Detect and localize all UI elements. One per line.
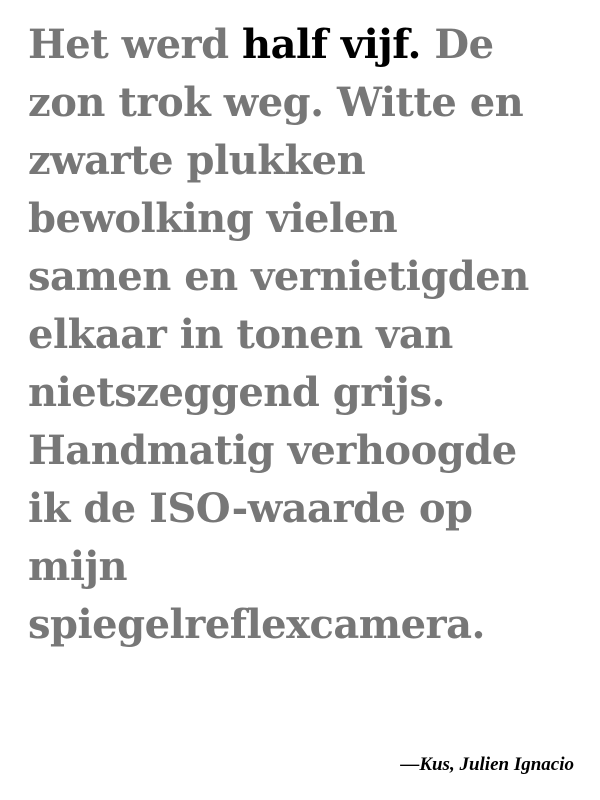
quote-line: samen en vernietigden bbox=[28, 253, 529, 300]
quote-line: zon trok weg. Witte en bbox=[28, 79, 524, 126]
quote-line: ik de ISO-waarde op bbox=[28, 485, 473, 532]
quote-line: Het werd half vijf. De bbox=[28, 16, 598, 74]
quote-line: nietszeggend grijs. bbox=[28, 369, 445, 416]
highlighted-time: half vijf. bbox=[242, 21, 421, 68]
quote-line: Handmatig verhoogde bbox=[28, 427, 517, 474]
quote-line: zwarte plukken bbox=[28, 137, 366, 184]
quote-line: elkaar in tonen van bbox=[28, 311, 453, 358]
quote-text-after: De bbox=[420, 21, 494, 68]
quote-text-before: Het werd bbox=[28, 21, 242, 68]
quote-line: mijn bbox=[28, 543, 128, 590]
quote-text: Het werd half vijf. De zon trok weg. Wit… bbox=[28, 16, 598, 654]
attribution: —Kus, Julien Ignacio bbox=[400, 754, 574, 775]
quote-line: spiegelreflexcamera. bbox=[28, 601, 485, 648]
quote-line: bewolking vielen bbox=[28, 195, 398, 242]
